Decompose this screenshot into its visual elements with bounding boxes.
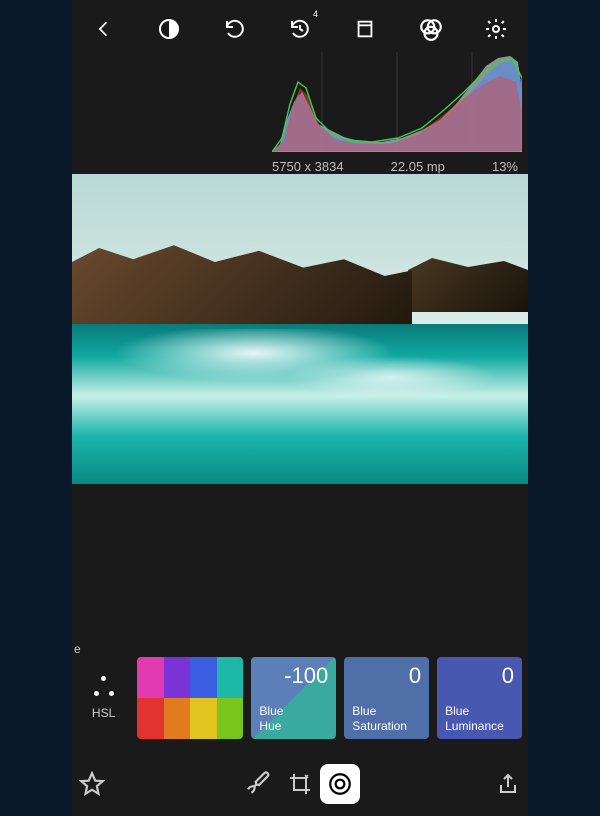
undo-icon[interactable] — [221, 15, 249, 43]
card-label: Saturation — [352, 719, 407, 733]
blue-hue-value: -100 — [259, 663, 328, 689]
bottom-toolbar — [72, 752, 528, 816]
favorite-button[interactable] — [72, 764, 112, 804]
image-preview[interactable] — [72, 174, 528, 484]
history-badge: 4 — [313, 9, 318, 19]
adjust-row: HSL -100 BlueHue 0 BlueSaturation 0 Blue… — [72, 650, 528, 746]
top-toolbar: 4 — [72, 0, 528, 58]
blue-luminance-value: 0 — [445, 663, 514, 689]
histogram-panel: 5750 x 3834 22.05 mp 13% — [72, 58, 528, 174]
hsl-group[interactable]: HSL — [78, 676, 129, 720]
card-label: Luminance — [445, 719, 504, 733]
card-label: Blue — [445, 704, 469, 718]
compare-icon[interactable] — [155, 15, 183, 43]
blue-hue-card[interactable]: -100 BlueHue — [251, 657, 336, 739]
aspect-icon[interactable] — [351, 15, 379, 43]
blue-luminance-card[interactable]: 0 BlueLuminance — [437, 657, 522, 739]
image-megapixels: 22.05 mp — [391, 159, 445, 174]
hsl-label: HSL — [92, 706, 115, 720]
blue-saturation-card[interactable]: 0 BlueSaturation — [344, 657, 429, 739]
channels-icon[interactable] — [417, 15, 445, 43]
hsl-color-swatch[interactable] — [137, 657, 243, 739]
adjust-button[interactable] — [320, 764, 360, 804]
card-label: Blue — [352, 704, 376, 718]
crop-button[interactable] — [280, 764, 320, 804]
history-icon[interactable]: 4 — [286, 15, 314, 43]
scatter-icon — [94, 676, 114, 696]
share-button[interactable] — [488, 764, 528, 804]
brush-button[interactable] — [240, 764, 280, 804]
card-label: Blue — [259, 704, 283, 718]
image-dimensions: 5750 x 3834 — [272, 159, 344, 174]
blue-saturation-value: 0 — [352, 663, 421, 689]
card-label: Hue — [259, 719, 281, 733]
back-icon[interactable] — [90, 15, 118, 43]
settings-icon[interactable] — [482, 15, 510, 43]
histogram-chart — [272, 52, 522, 152]
image-zoom: 13% — [492, 159, 518, 174]
